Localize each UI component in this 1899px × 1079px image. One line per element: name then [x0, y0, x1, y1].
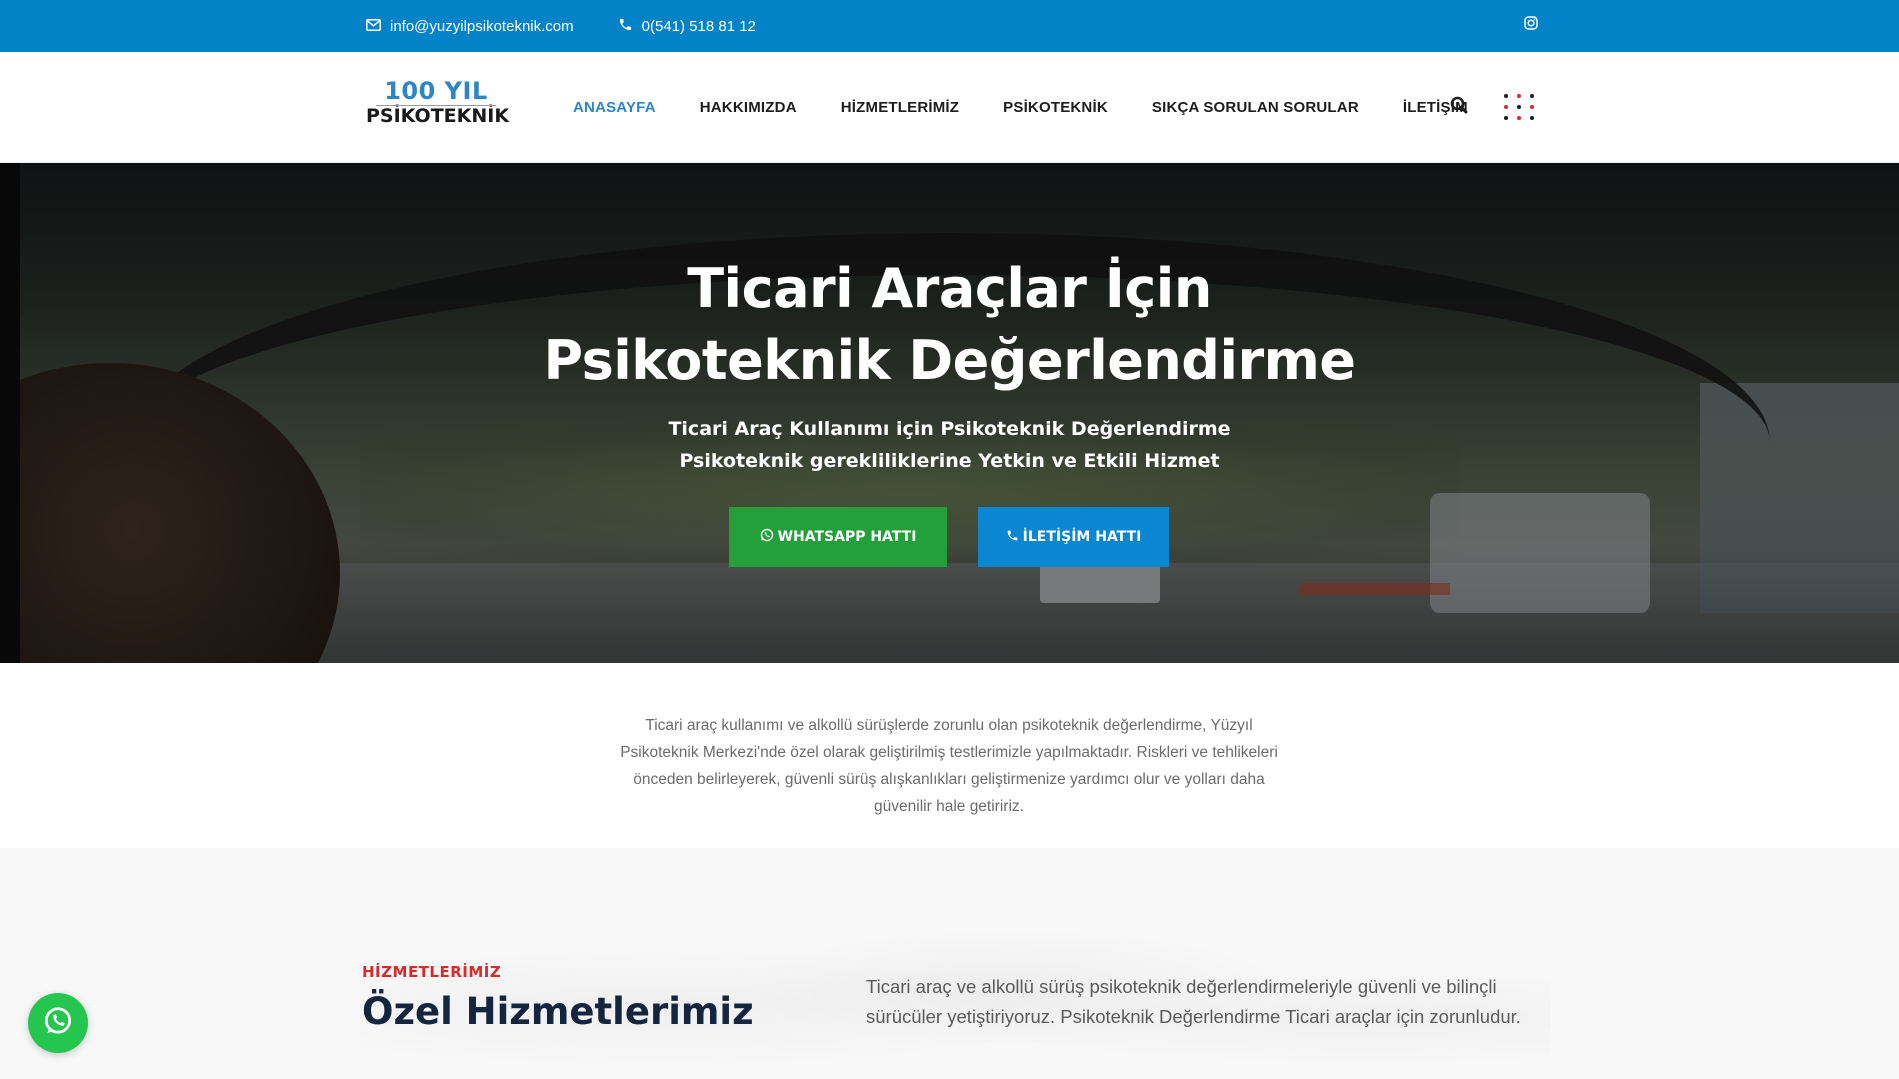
top-bar: info@yuzyilpsikoteknik.com 0(541) 518 81… — [0, 0, 1899, 52]
envelope-icon — [366, 18, 390, 35]
site-logo[interactable]: 100 YIL PSİKOTEKNİK — [366, 77, 510, 137]
nav-psikoteknik[interactable]: PSİKOTEKNİK — [1003, 99, 1108, 116]
topbar-email[interactable]: info@yuzyilpsikoteknik.com — [366, 18, 574, 35]
hero-subtitle: Ticari Araç Kullanımı için Psikoteknik D… — [0, 413, 1899, 477]
nav-hizmetlerimiz[interactable]: HİZMETLERİMİZ — [841, 99, 959, 116]
contact-button-label: İLETİŞİM HATTI — [1022, 529, 1142, 545]
whatsapp-icon — [760, 528, 778, 546]
whatsapp-button[interactable]: WHATSAPP HATTI — [729, 507, 947, 567]
services-description: Ticari araç ve alkollü sürüş psikoteknik… — [866, 976, 1521, 1027]
logo-divider — [376, 105, 496, 106]
hero-title-line1: Ticari Araçlar İçin — [687, 257, 1212, 320]
services-section: HİZMETLERİMİZ Özel Hizmetlerimiz Ticari … — [0, 848, 1899, 1079]
nav-anasayfa[interactable]: ANASAYFA — [573, 99, 656, 116]
phone-icon — [1006, 529, 1023, 546]
contact-line-button[interactable]: İLETİŞİM HATTI — [978, 507, 1169, 567]
instagram-icon[interactable] — [1524, 16, 1538, 35]
whatsapp-button-label: WHATSAPP HATTI — [777, 529, 917, 545]
whatsapp-float-button[interactable] — [28, 993, 88, 1053]
services-kicker: HİZMETLERİMİZ — [362, 963, 502, 981]
dots-menu-icon[interactable] — [1500, 90, 1538, 124]
phone-icon — [618, 17, 642, 36]
logo-line2: PSİKOTEKNİK — [366, 105, 510, 127]
logo-line1: 100 YIL — [384, 77, 488, 105]
topbar-email-text: info@yuzyilpsikoteknik.com — [390, 17, 574, 35]
whatsapp-icon — [41, 1004, 75, 1043]
topbar-phone[interactable]: 0(541) 518 81 12 — [618, 17, 756, 36]
hero-section: Ticari Araçlar İçin Psikoteknik Değerlen… — [0, 163, 1899, 663]
hero-subtitle-line1: Ticari Araç Kullanımı için Psikoteknik D… — [668, 418, 1231, 440]
hero-title-line2: Psikoteknik Değerlendirme — [543, 329, 1356, 392]
main-header: 100 YIL PSİKOTEKNİK ANASAYFA HAKKIMIZDA … — [0, 52, 1899, 163]
nav-hakkimizda[interactable]: HAKKIMIZDA — [700, 99, 797, 116]
hero-title: Ticari Araçlar İçin Psikoteknik Değerlen… — [0, 253, 1899, 397]
hero-subtitle-line2: Psikoteknik gerekliliklerine Yetkin ve E… — [679, 450, 1220, 472]
search-icon[interactable] — [1450, 96, 1468, 119]
nav-sss[interactable]: SIKÇA SORULAN SORULAR — [1152, 99, 1359, 116]
intro-paragraph: Ticari araç kullanımı ve alkollü sürüşle… — [620, 717, 1278, 815]
main-nav: ANASAYFA HAKKIMIZDA HİZMETLERİMİZ PSİKOT… — [573, 52, 1512, 163]
topbar-phone-text: 0(541) 518 81 12 — [641, 17, 756, 35]
services-title: Özel Hizmetlerimiz — [362, 990, 754, 1033]
